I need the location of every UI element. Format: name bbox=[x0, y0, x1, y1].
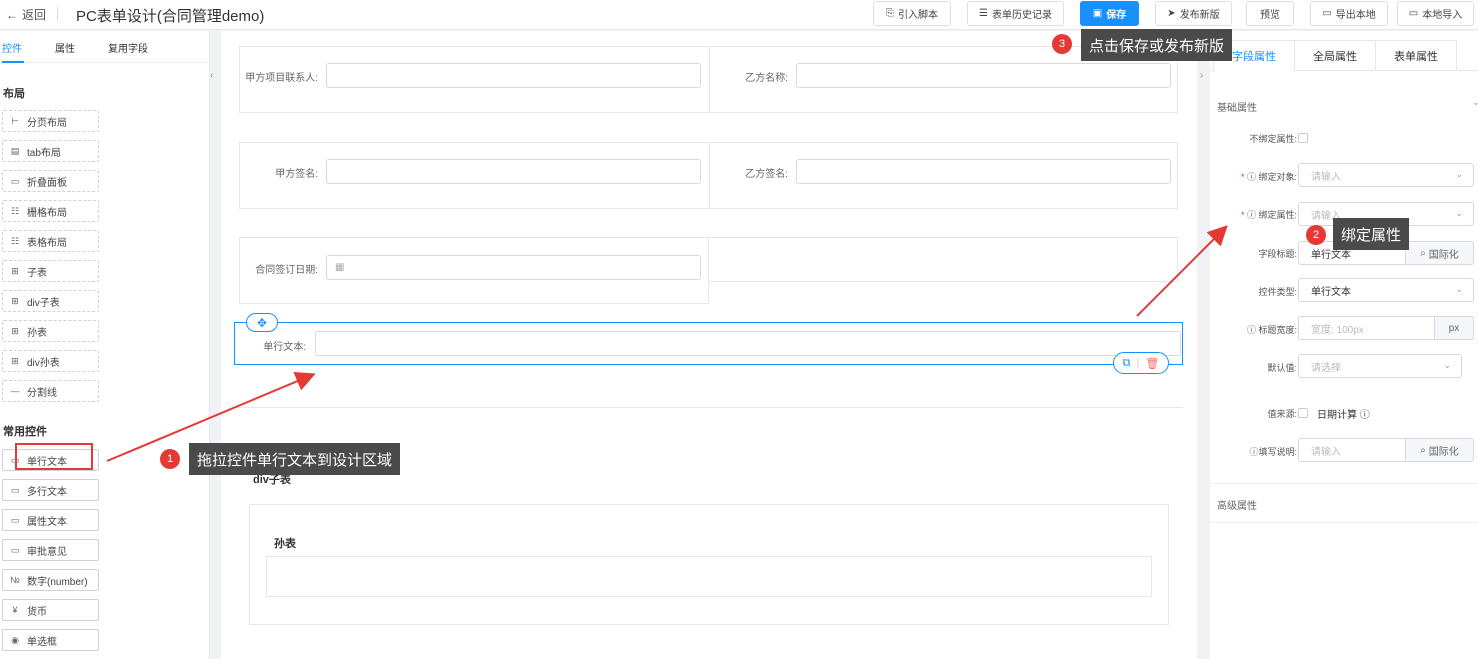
callout-badge-3: 3 bbox=[1052, 34, 1072, 54]
annotation-arrows bbox=[106, 225, 1228, 462]
callout-2: 绑定属性 bbox=[1333, 218, 1410, 250]
callout-1: 拖拉控件单行文本到设计区域 bbox=[189, 443, 401, 475]
callout-badge-1: 1 bbox=[160, 449, 180, 469]
callout-3: 点击保存或发布新版 bbox=[1081, 29, 1233, 61]
arrow-2 bbox=[1136, 225, 1228, 317]
callout-badge-2: 2 bbox=[1306, 225, 1326, 245]
